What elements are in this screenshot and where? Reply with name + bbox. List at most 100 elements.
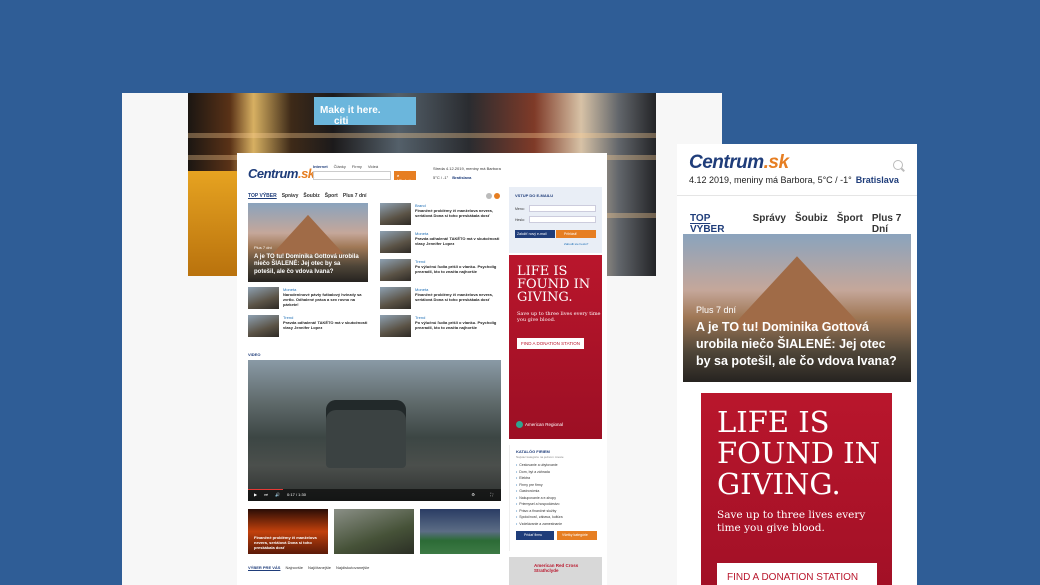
video-controls[interactable]: ▶ ⏭ 🔊 0:17 / 1:30 ⚙ ⛶: [248, 488, 501, 501]
carousel-controls: [486, 193, 500, 199]
add-company-button[interactable]: Pridať firmu: [516, 531, 554, 540]
tab-najcitanejsie[interactable]: Najčítanejšie: [308, 565, 331, 570]
play-icon[interactable]: ▶: [254, 492, 257, 497]
ad-footer: American Regional: [515, 421, 564, 428]
video-player[interactable]: ▶ ⏭ 🔊 0:17 / 1:30 ⚙ ⛶: [248, 360, 501, 501]
list-item[interactable]: Trend Po výlučnú ľudia prišli o vlanku. P…: [415, 315, 503, 330]
ad-cta-button[interactable]: FIND A DONATION STATION: [517, 338, 585, 349]
featured-article[interactable]: Plus 7 dní A je TO tu! Dominika Gottová u…: [248, 203, 368, 282]
tab-internet[interactable]: Internet: [313, 164, 328, 169]
news-thumbnail[interactable]: [380, 287, 411, 309]
mobile-header: Centrum.sk 4.12 2019, meniny má Barbora,…: [677, 144, 917, 196]
search-button[interactable]: ⌕ Hľadať: [394, 171, 416, 183]
prev-arrow-icon[interactable]: [486, 193, 492, 199]
login-pass-field[interactable]: [529, 216, 596, 223]
tab-spravy[interactable]: Správy: [282, 193, 299, 199]
tab-plus7[interactable]: Plus 7 Dní: [872, 213, 917, 235]
mobile-ad-subtext: Save up to three lives every time you gi…: [717, 509, 866, 534]
mobile-featured-category: Plus 7 dní: [696, 305, 737, 315]
billboard-text: Make it here.: [320, 105, 381, 116]
next-icon[interactable]: ⏭: [264, 492, 268, 497]
news-thumbnail[interactable]: [380, 315, 411, 337]
car-image: [326, 400, 406, 468]
tab-najnovsie[interactable]: Najnovšie: [285, 565, 303, 570]
login-name-label: Meno:: [515, 207, 525, 211]
mobile-featured-title: A je TO tu! Dominika Gottová urobila nie…: [696, 320, 897, 368]
tab-top-vyber[interactable]: TOP VÝBER: [690, 213, 744, 235]
picks-nav: VÝBER PRE VÁS Najnovšie Najčítanejšie Na…: [248, 565, 369, 570]
company-catalog: KATALÓG FIRIEM Najviac kategórie na jedn…: [509, 445, 602, 551]
search-tabs: Internet Články Firmy Videá: [313, 164, 384, 169]
list-item[interactable]: Trend Pravda odhalená! TAKÉTO má v skutoč…: [283, 315, 371, 330]
search-input[interactable]: [313, 171, 391, 180]
tab-firmy[interactable]: Firmy: [352, 164, 362, 169]
video-progress[interactable]: [248, 488, 284, 490]
mobile-city-link[interactable]: Bratislava: [856, 175, 899, 185]
list-item[interactable]: Brand Finančné problémy či manželova neve…: [415, 203, 503, 218]
all-categories-button[interactable]: Všetky kategórie: [557, 531, 597, 540]
news-thumbnail[interactable]: [380, 259, 411, 281]
news-thumbnail[interactable]: [380, 231, 411, 253]
video-thumbnail[interactable]: [334, 509, 414, 554]
news-thumbnail[interactable]: [248, 287, 279, 309]
site-page: Centrum.sk Internet Články Firmy Videá ⌕ Hľ…: [237, 153, 607, 585]
bottom-ad[interactable]: American Red Cross Strathclyde: [509, 557, 602, 585]
ad-headline: LIFE IS FOUND IN GIVING.: [517, 264, 591, 305]
mobile-featured-article[interactable]: Plus 7 dní A je TO tu! Dominika Gottová u…: [683, 234, 911, 382]
mobile-section-nav: TOP VÝBER Správy Šoubiz Šport Plus 7 Dní: [690, 213, 917, 235]
mobile-donation-ad[interactable]: LIFE IS FOUND IN GIVING. Save up to thre…: [701, 393, 892, 585]
tab-soubiz[interactable]: Šoubiz: [303, 193, 319, 199]
catalog-item[interactable]: Vzdelávanie a zamestnanie: [516, 521, 596, 528]
volume-icon[interactable]: 🔊: [275, 492, 280, 497]
tab-najdiskutovanejsie[interactable]: Najdiskutovanejšie: [336, 565, 369, 570]
video-thumbnail[interactable]: [420, 509, 500, 554]
login-pass-label: Heslo:: [515, 218, 525, 222]
list-item[interactable]: Moneta Finančné problémy či manželova nev…: [415, 287, 503, 302]
settings-icon[interactable]: ⚙: [471, 492, 475, 497]
mobile-ad-cta-button[interactable]: FIND A DONATION STATION: [717, 563, 877, 585]
tab-soubiz[interactable]: Šoubiz: [795, 213, 828, 235]
catalog-subtitle: Najviac kategórie na jednom mieste: [516, 455, 564, 459]
billboard: Make it here. citi: [314, 97, 416, 127]
tab-clanky[interactable]: Články: [334, 164, 346, 169]
list-item[interactable]: Trend Po výlučnú ľudia prišli o vlanku. P…: [415, 259, 503, 274]
search-icon[interactable]: [893, 160, 903, 170]
tab-vyber-pre-vas[interactable]: VÝBER PRE VÁS: [248, 565, 280, 570]
next-arrow-icon[interactable]: [494, 193, 500, 199]
section-nav: TOP VÝBER Správy Šoubiz Šport Plus 7 dní: [248, 193, 366, 199]
donation-ad[interactable]: LIFE IS FOUND IN GIVING. Save up to thre…: [509, 255, 602, 439]
video-section-label: VIDEO: [248, 352, 261, 357]
email-login-box: VSTUP DO E-MAILU Meno: Heslo: Založiť no…: [509, 187, 602, 253]
tab-plus7[interactable]: Plus 7 dní: [343, 193, 367, 199]
tab-videa[interactable]: Videá: [368, 164, 378, 169]
weather: 5°C / -1°: [433, 175, 449, 180]
site-logo[interactable]: Centrum.sk: [248, 166, 315, 181]
city-link[interactable]: Bratislava: [452, 175, 471, 180]
tab-top-vyber[interactable]: TOP VÝBER: [248, 193, 277, 199]
tab-sport[interactable]: Šport: [325, 193, 338, 199]
mobile-logo[interactable]: Centrum.sk: [689, 152, 789, 174]
login-title: VSTUP DO E-MAILU: [515, 193, 554, 198]
list-item[interactable]: Moneta Narodeninové pávty futbalový hviez…: [283, 287, 371, 307]
fullscreen-icon[interactable]: ⛶: [490, 492, 493, 497]
mobile-date-weather: 4.12 2019, meniny má Barbora, 5°C / -1° B…: [689, 175, 899, 185]
news-thumbnail[interactable]: [248, 315, 279, 337]
featured-category: Plus 7 dní: [254, 245, 272, 250]
mobile-screenshot: Centrum.sk 4.12 2019, meniny má Barbora,…: [677, 144, 917, 585]
tab-sport[interactable]: Šport: [837, 213, 863, 235]
forgot-password-link[interactable]: Zabudli ste heslo?: [564, 242, 588, 246]
catalog-title: KATALÓG FIRIEM: [516, 449, 550, 454]
desktop-screenshot: Make it here. citi Centrum.sk Internet Čl…: [122, 93, 722, 585]
register-button[interactable]: Založiť nový e-mail: [515, 230, 555, 238]
tab-spravy[interactable]: Správy: [753, 213, 786, 235]
login-button[interactable]: Prihlásiť: [556, 230, 596, 238]
news-thumbnail[interactable]: [380, 203, 411, 225]
list-item[interactable]: Moneta Pravda odhalená! TAKÉTO má v skuto…: [415, 231, 503, 246]
date-weather: Streda 4.12.2019, meniny má Barbora 5°C …: [433, 164, 501, 182]
login-name-field[interactable]: [529, 205, 596, 212]
mobile-date: 4.12 2019, meniny má Barbora, 5°C / -1°: [689, 175, 852, 185]
video-thumbnail[interactable]: Finančné problémy či manželova nevera, s…: [248, 509, 328, 554]
mobile-ad-headline: LIFE IS FOUND IN GIVING.: [717, 405, 881, 501]
video-thumb-title: Finančné problémy či manželova nevera, s…: [254, 535, 317, 550]
bottom-ad-text: American Red Cross Strathclyde: [534, 563, 579, 573]
